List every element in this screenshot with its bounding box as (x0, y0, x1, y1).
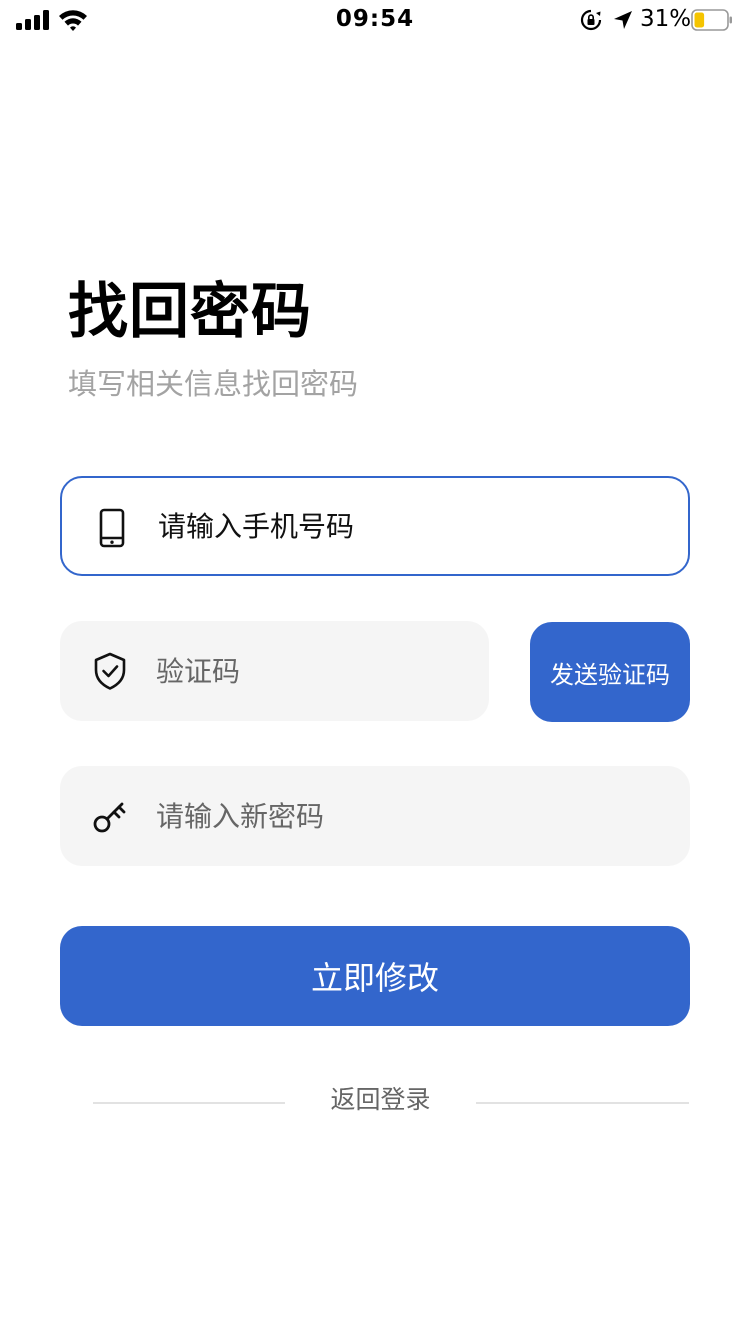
shield-check-icon (94, 652, 126, 690)
battery-percentage: 31% (640, 6, 692, 32)
status-bar: 09:54 31% (0, 0, 750, 40)
new-password-field[interactable] (60, 766, 690, 866)
footer-divider-right (476, 1102, 689, 1104)
verification-code-input[interactable] (156, 621, 456, 721)
rotation-lock-icon (580, 9, 602, 31)
battery-icon (691, 9, 732, 31)
footer-divider-left (93, 1102, 285, 1104)
submit-button[interactable]: 立即修改 (60, 926, 690, 1026)
key-icon (93, 802, 126, 833)
back-to-login-link[interactable]: 返回登录 (285, 1082, 476, 1118)
new-password-input[interactable] (156, 766, 656, 866)
location-arrow-icon (614, 11, 632, 29)
verification-code-field[interactable] (60, 621, 489, 721)
phone-icon (99, 508, 125, 548)
page-title: 找回密码 (68, 277, 312, 347)
status-time: 09:54 (335, 6, 415, 32)
send-code-button[interactable]: 发送验证码 (530, 622, 690, 722)
phone-input[interactable] (158, 478, 658, 574)
page-subtitle: 填写相关信息找回密码 (68, 367, 359, 401)
phone-field[interactable] (60, 476, 690, 576)
